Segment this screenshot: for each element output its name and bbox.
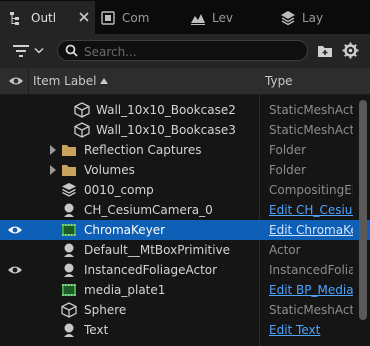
row-type: StaticMeshAct [269, 303, 353, 317]
tab-label: Com [122, 10, 150, 25]
row-type: Actor [269, 243, 301, 257]
expand-arrow-icon[interactable] [49, 165, 57, 175]
close-icon[interactable] [77, 10, 91, 24]
row-type: StaticMeshAct [269, 103, 353, 117]
visibility-eye-icon[interactable] [7, 223, 23, 237]
type-header[interactable]: Type [265, 74, 293, 88]
row-label: InstancedFoliageActor [84, 263, 218, 277]
tree-row[interactable]: Wall_10x10_Bookcase2 StaticMeshAct [0, 100, 370, 120]
actor-icon [64, 263, 74, 277]
filter-button[interactable] [12, 42, 48, 60]
row-label: Volumes [84, 163, 135, 177]
tree-row[interactable]: Wall_10x10_Bookcase3 StaticMeshAct [0, 120, 370, 140]
compositing-icon [62, 183, 76, 197]
row-label: 0010_comp [84, 183, 154, 197]
outliner-icon [10, 11, 19, 25]
filter-icon [13, 45, 29, 57]
expand-arrow-icon[interactable] [49, 145, 57, 155]
component-icon [101, 10, 115, 25]
edit-blueprint-link[interactable]: Edit BP_Media [269, 283, 353, 297]
sort-ascending-icon[interactable] [100, 78, 108, 84]
tab-levels[interactable]: Lev [186, 1, 274, 34]
actor-icon [64, 243, 74, 257]
item-label-header[interactable]: Item Label [33, 74, 97, 88]
search-icon [65, 44, 78, 57]
tree-row[interactable]: InstancedFoliageActor InstancedFolia [0, 260, 370, 280]
edit-blueprint-link[interactable]: Edit Text [269, 323, 353, 337]
media-plate-icon [62, 224, 76, 236]
row-type: StaticMeshAct [269, 123, 353, 137]
tab-label: Lev [212, 10, 233, 25]
tab-bar: Outl Com Lev Lay [0, 0, 370, 34]
tree-row[interactable]: 0010_comp CompositingEle [0, 180, 370, 200]
vertical-scrollbar[interactable] [359, 100, 367, 320]
tab-outliner[interactable]: Outl [0, 1, 95, 34]
gear-icon[interactable] [342, 42, 359, 59]
edit-blueprint-link[interactable]: Edit CH_Cesium [269, 203, 353, 217]
column-header: Item Label Type [0, 68, 370, 95]
row-label: Default__MtBoxPrimitive [84, 243, 231, 257]
header-divider [28, 68, 29, 94]
search-box[interactable] [57, 40, 308, 61]
tree-row[interactable]: media_plate1 Edit BP_Media [0, 280, 370, 300]
actor-icon [64, 323, 74, 337]
search-input[interactable] [82, 42, 286, 61]
tree-row-selected[interactable]: ChromaKeyer Edit ChromaKey [0, 220, 370, 240]
layers-icon [281, 10, 295, 25]
row-label: Wall_10x10_Bookcase3 [96, 123, 236, 137]
static-mesh-icon [74, 102, 90, 118]
edit-blueprint-link[interactable]: Edit ChromaKey [269, 223, 353, 237]
row-label: Wall_10x10_Bookcase2 [96, 103, 236, 117]
add-folder-icon[interactable] [317, 43, 333, 59]
levels-icon [191, 13, 205, 25]
tree-row[interactable]: Volumes Folder [0, 160, 370, 180]
media-plate-icon [62, 284, 76, 296]
row-label: Text [84, 323, 109, 337]
tab-label: Outl [31, 10, 57, 25]
row-label: media_plate1 [84, 283, 166, 297]
row-label: Sphere [84, 303, 127, 317]
tab-components[interactable]: Com [96, 1, 184, 34]
tree-row[interactable]: Text Edit Text [0, 320, 370, 340]
tab-label: Lay [302, 10, 324, 25]
tree-row[interactable]: CH_CesiumCamera_0 Edit CH_Cesium [0, 200, 370, 220]
row-type: CompositingEle [269, 183, 353, 197]
static-mesh-icon [61, 302, 77, 318]
visibility-eye-icon[interactable] [7, 263, 23, 277]
row-type: Folder [269, 163, 307, 177]
row-type: InstancedFolia [269, 263, 353, 277]
tree-row[interactable]: Sphere StaticMeshAct [0, 300, 370, 320]
tab-layers[interactable]: Lay [276, 1, 370, 34]
eye-icon[interactable] [8, 75, 24, 87]
row-label: ChromaKeyer [84, 223, 166, 237]
row-label: CH_CesiumCamera_0 [84, 203, 213, 217]
actor-icon [64, 203, 74, 217]
static-mesh-icon [74, 122, 90, 138]
row-type: Folder [269, 143, 307, 157]
tree-row[interactable]: Default__MtBoxPrimitive Actor [0, 240, 370, 260]
folder-icon [62, 145, 76, 156]
folder-icon [62, 165, 76, 176]
chevron-down-icon [34, 47, 44, 54]
tree-row[interactable]: Reflection Captures Folder [0, 140, 370, 160]
row-label: Reflection Captures [84, 143, 202, 157]
